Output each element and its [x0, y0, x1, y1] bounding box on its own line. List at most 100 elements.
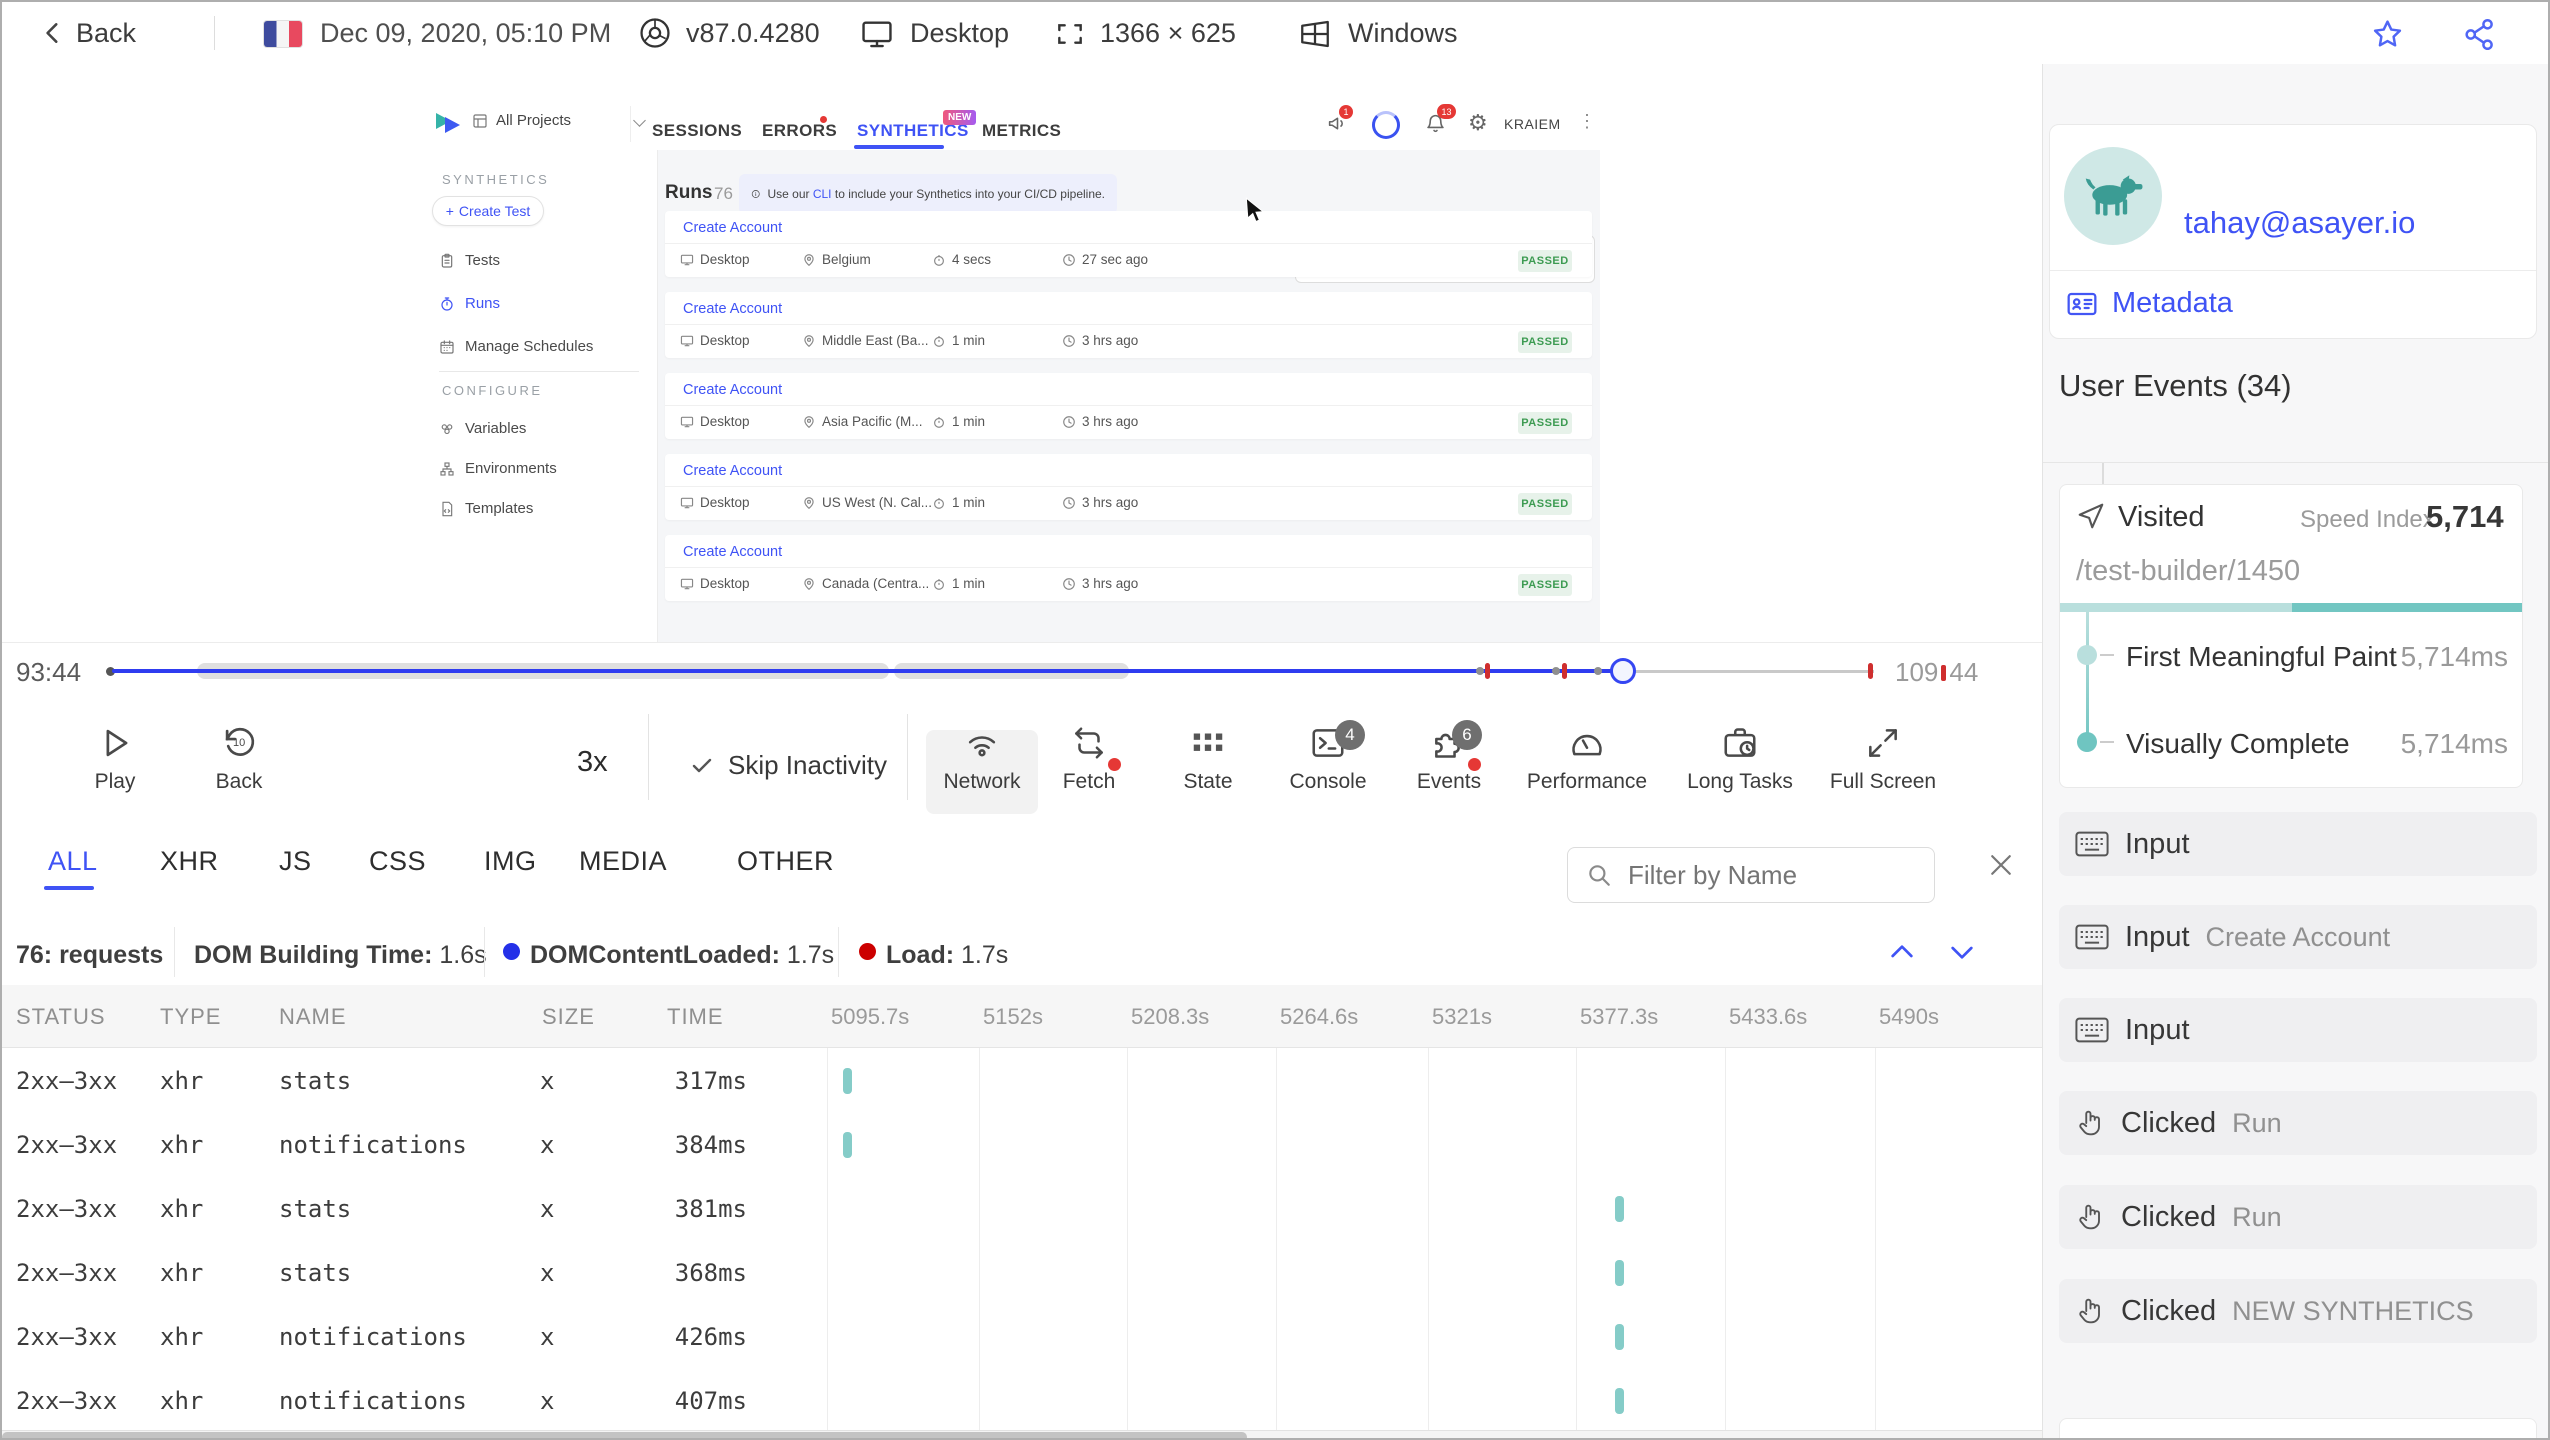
playhead-handle[interactable] — [1610, 658, 1636, 684]
run-name-link[interactable]: Create Account — [683, 463, 782, 479]
project-selector[interactable]: All Projects — [472, 112, 646, 129]
user-email-link[interactable]: tahay@asayer.io — [2184, 205, 2415, 241]
back-button[interactable]: Back — [76, 18, 136, 49]
player-timeline[interactable]: 93:44 109 44 — [2, 642, 2042, 701]
close-panel-icon[interactable] — [1986, 850, 2016, 880]
clipboard-icon — [441, 253, 453, 268]
waterfall-bar — [1615, 1324, 1624, 1350]
event-card-input[interactable]: Input — [2059, 812, 2537, 876]
tab-other[interactable]: OTHER — [737, 846, 834, 877]
sidebar-item-variables[interactable]: Variables — [439, 420, 526, 437]
table-row[interactable]: 2xx–3xx xhr notifications x 384ms — [2, 1113, 2042, 1177]
share-icon[interactable] — [2462, 17, 2497, 52]
next-event-card-partial[interactable] — [2059, 1418, 2537, 1438]
state-panel-button[interactable]: State — [1138, 724, 1278, 794]
replayed-app: All Projects SESSIONS ERRORS SYNTHETICS … — [422, 97, 1600, 642]
table-row[interactable]: 2xx–3xx xhr notifications x 407ms — [2, 1369, 2042, 1433]
location-pin-icon — [804, 577, 814, 590]
col-name[interactable]: NAME — [279, 1004, 347, 1030]
sidebar-item-runs[interactable]: Runs — [439, 295, 500, 312]
gear-icon[interactable]: ⚙ — [1468, 110, 1488, 136]
jump-prev-icon[interactable] — [1886, 936, 1918, 968]
full-screen-button[interactable]: Full Screen — [1813, 724, 1953, 794]
tab-img[interactable]: IMG — [484, 846, 537, 877]
event-card-clicked[interactable]: Clicked Run — [2059, 1091, 2537, 1155]
asayer-logo-icon — [434, 108, 464, 138]
speed-button[interactable]: 3x — [577, 746, 608, 779]
timeline-event-dot[interactable] — [1552, 667, 1560, 675]
create-test-button[interactable]: + Create Test — [432, 196, 544, 226]
back-10-button[interactable]: 10 Back — [169, 724, 309, 794]
run-name-link[interactable]: Create Account — [683, 382, 782, 398]
skip-inactivity-toggle[interactable]: Skip Inactivity — [690, 750, 887, 781]
event-card-clicked[interactable]: Clicked NEW SYNTHETICS — [2059, 1279, 2537, 1343]
sidebar-item-tests[interactable]: Tests — [439, 252, 500, 269]
cli-link[interactable]: CLI — [813, 187, 832, 201]
col-time[interactable]: TIME — [667, 1004, 724, 1030]
user-menu[interactable]: KRAIEM — [1504, 116, 1561, 132]
run-name-link[interactable]: Create Account — [683, 220, 782, 236]
horizontal-scrollbar[interactable] — [2, 1430, 2042, 1438]
event-card-input[interactable]: Input — [2059, 998, 2537, 1062]
kebab-menu-icon[interactable]: ⋮ — [1578, 111, 1596, 132]
timeline-error-marker[interactable] — [1562, 663, 1567, 679]
events-panel-button[interactable]: Events — [1379, 724, 1519, 794]
run-card[interactable]: Create Account Desktop US West (N. Cal..… — [665, 454, 1592, 520]
performance-panel-button[interactable]: Performance — [1517, 724, 1657, 794]
tab-xhr[interactable]: XHR — [160, 846, 219, 877]
metadata-button[interactable]: Metadata — [2066, 287, 2233, 320]
run-location: Asia Pacific (M... — [802, 414, 923, 429]
timeline-event-dot[interactable] — [1594, 667, 1602, 675]
table-row[interactable]: 2xx–3xx xhr notifications x 426ms — [2, 1305, 2042, 1369]
col-size[interactable]: SIZE — [542, 1004, 595, 1030]
jump-next-icon[interactable] — [1946, 936, 1978, 968]
sidebar-item-environments[interactable]: Environments — [439, 460, 557, 477]
clock-icon — [1063, 253, 1075, 266]
filter-input-wrap — [1567, 847, 1935, 903]
table-row[interactable]: 2xx–3xx xhr stats x 381ms — [2, 1177, 2042, 1241]
timeline-event-dot[interactable] — [1476, 667, 1484, 675]
metric-row: First Meaningful Paint 5,714ms — [2126, 641, 2508, 672]
scrollbar-thumb[interactable] — [2, 1432, 1247, 1438]
chevron-left-icon[interactable] — [40, 20, 66, 46]
run-card[interactable]: Create Account Desktop Canada (Centra...… — [665, 535, 1592, 601]
sidebar-item-manage-schedules[interactable]: Manage Schedules — [439, 338, 593, 355]
console-panel-button[interactable]: Console — [1258, 724, 1398, 794]
timeline-error-marker[interactable] — [1868, 663, 1873, 679]
tab-css[interactable]: CSS — [369, 846, 426, 877]
timeline-played-track[interactable] — [112, 669, 1624, 673]
run-card[interactable]: Create Account Desktop Asia Pacific (M..… — [665, 373, 1592, 439]
tab-metrics[interactable]: METRICS — [982, 121, 1061, 141]
run-card[interactable]: Create Account Desktop Middle East (Ba..… — [665, 292, 1592, 358]
table-row[interactable]: 2xx–3xx xhr stats x 317ms — [2, 1049, 2042, 1113]
long-tasks-panel-button[interactable]: Long Tasks — [1670, 724, 1810, 794]
divider — [630, 106, 631, 142]
calendar-icon — [440, 339, 454, 354]
status-badge: PASSED — [1518, 574, 1572, 596]
col-status[interactable]: STATUS — [16, 1004, 106, 1030]
browser-version: v87.0.4280 — [686, 18, 820, 48]
play-button[interactable]: Play — [45, 724, 185, 794]
run-name-link[interactable]: Create Account — [683, 301, 782, 317]
event-card-input[interactable]: Input Create Account — [2059, 905, 2537, 969]
tab-errors[interactable]: ERRORS — [762, 121, 837, 141]
col-type[interactable]: TYPE — [160, 1004, 221, 1030]
event-card-clicked[interactable]: Clicked Run — [2059, 1185, 2537, 1249]
filter-by-name-input[interactable] — [1626, 858, 1910, 892]
tab-all[interactable]: ALL — [48, 846, 98, 877]
visited-event-card[interactable]: Visited Speed Index 5,714 /test-builder/… — [2059, 484, 2523, 788]
timeline-remaining-track[interactable] — [1624, 670, 1874, 673]
favorite-star-icon[interactable] — [2370, 17, 2405, 52]
waterfall-bar — [1615, 1260, 1624, 1286]
tab-sessions[interactable]: SESSIONS — [652, 121, 742, 141]
tab-media[interactable]: MEDIA — [579, 846, 667, 877]
briefcase-clock-icon — [1724, 728, 1756, 757]
tab-js[interactable]: JS — [279, 846, 312, 877]
run-name-link[interactable]: Create Account — [683, 544, 782, 560]
table-row[interactable]: 2xx–3xx xhr stats x 368ms — [2, 1241, 2042, 1305]
run-device: Desktop — [680, 333, 750, 348]
run-card[interactable]: Create Account Desktop Belgium 4 secs 27… — [665, 211, 1592, 277]
load-time: Load: 1.7s — [886, 941, 1009, 969]
timeline-error-marker[interactable] — [1485, 663, 1490, 679]
sidebar-item-templates[interactable]: Templates — [439, 500, 533, 517]
